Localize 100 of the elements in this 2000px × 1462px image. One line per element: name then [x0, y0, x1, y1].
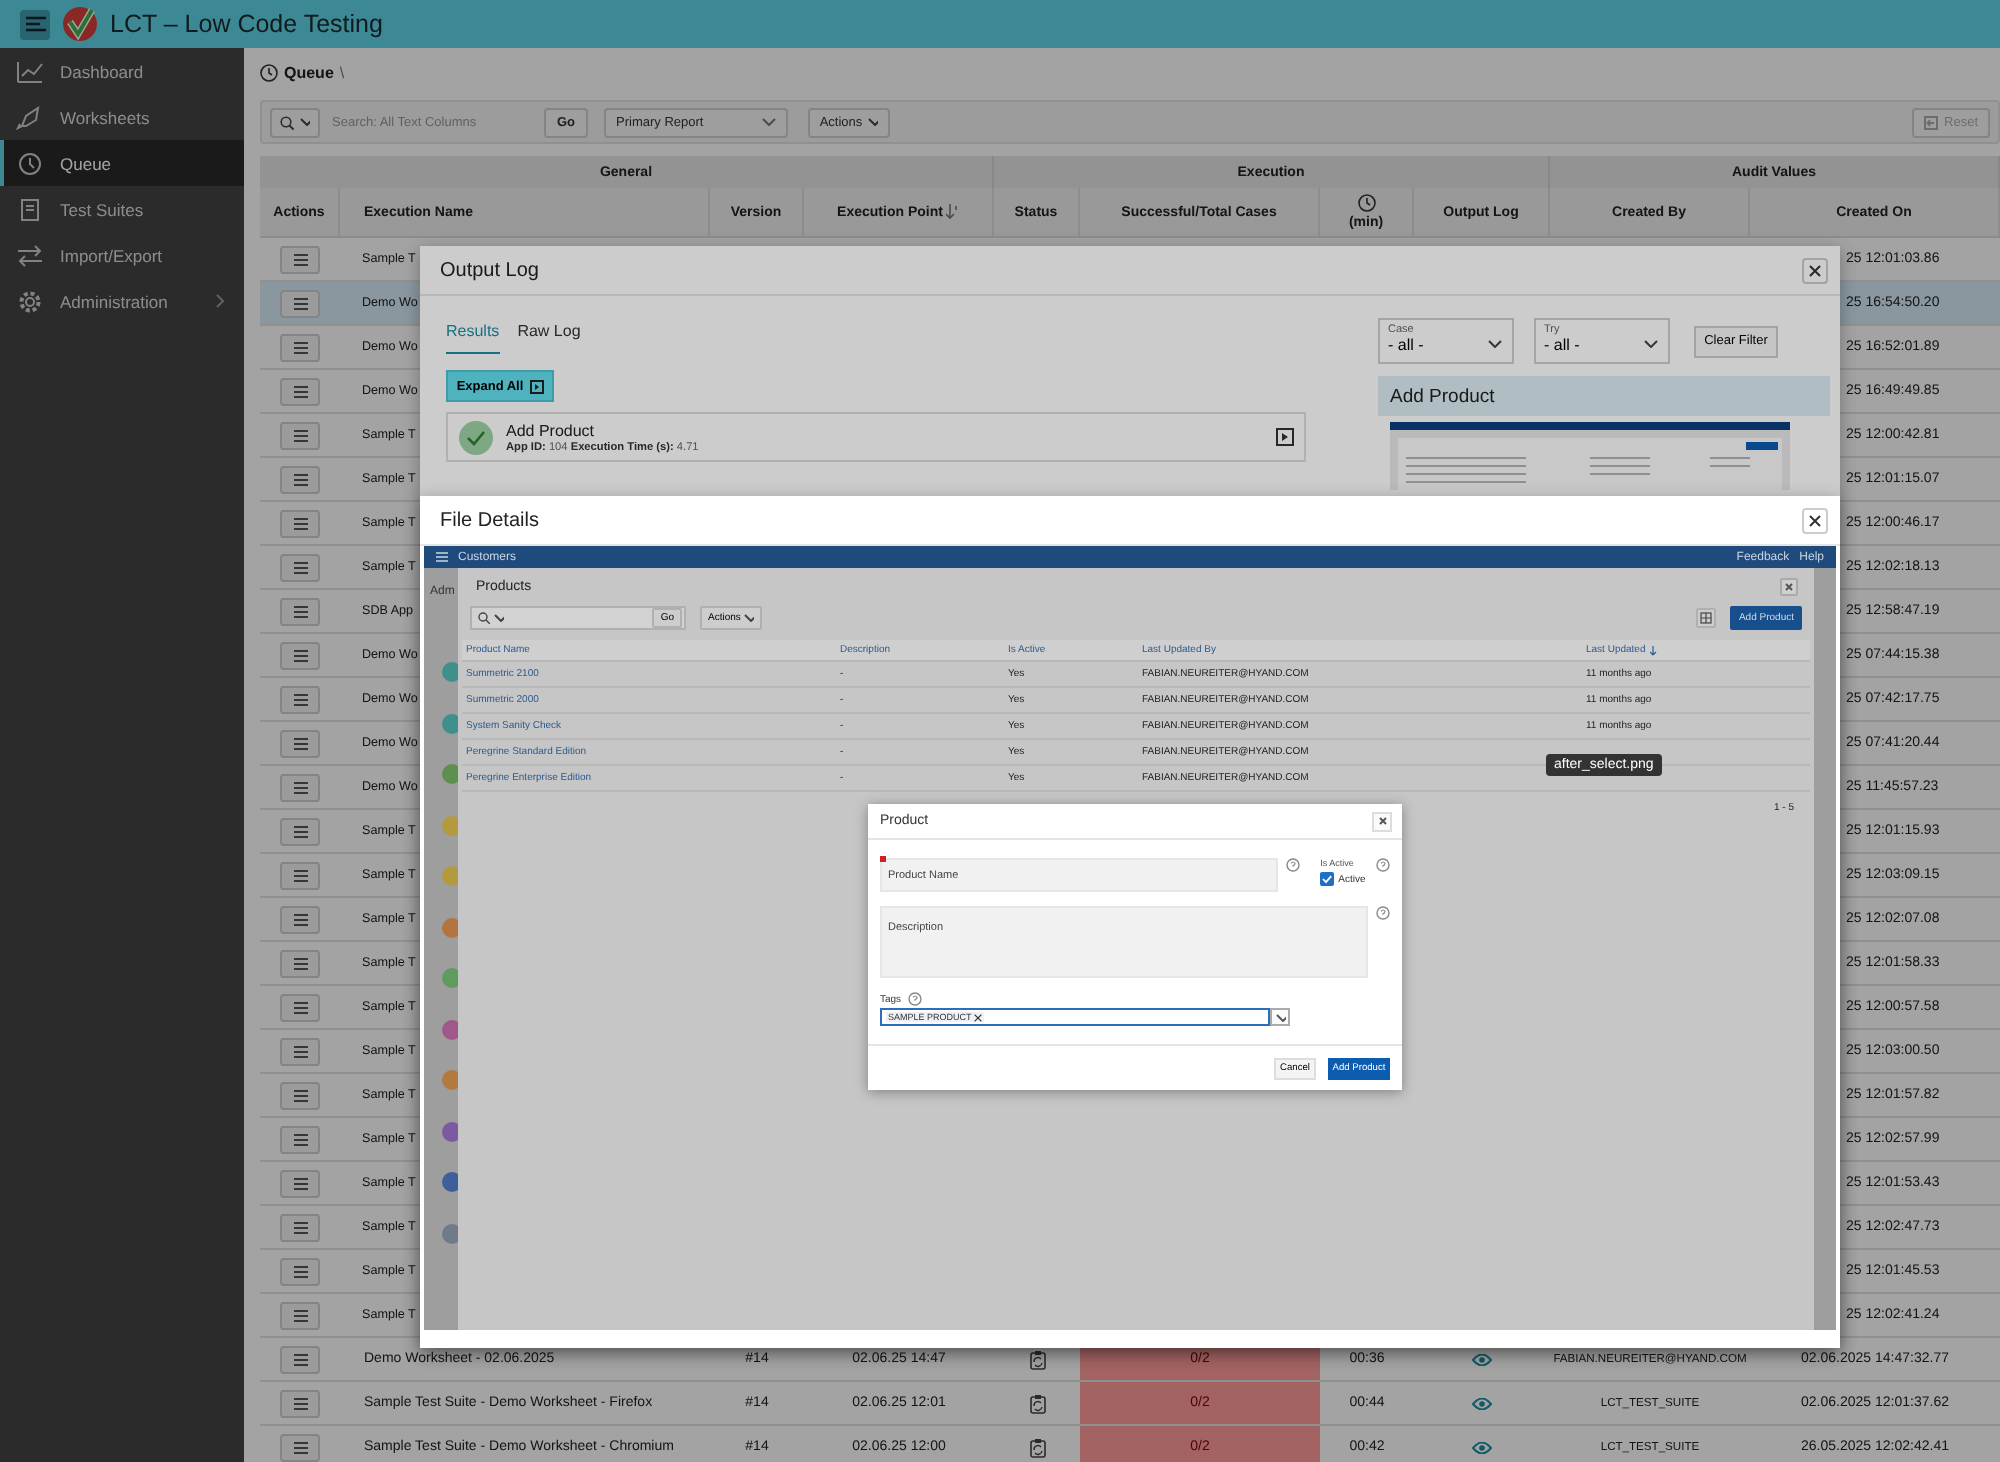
eye-icon — [1472, 1397, 1492, 1409]
expand-button[interactable] — [1276, 428, 1294, 446]
clock-icon — [16, 151, 44, 175]
row-menu-button[interactable] — [280, 1257, 320, 1285]
help-icon — [907, 992, 922, 1006]
remove-icon — [973, 1013, 982, 1021]
row-menu-button[interactable] — [280, 1433, 320, 1461]
reset-icon — [1924, 115, 1939, 129]
menu-icon — [293, 1089, 307, 1101]
close-button[interactable] — [1802, 507, 1828, 533]
document-icon — [16, 197, 44, 221]
search-icon — [280, 115, 294, 129]
row-menu-button[interactable] — [280, 685, 320, 713]
menu-icon — [25, 16, 45, 32]
row-menu-button[interactable] — [280, 1125, 320, 1153]
row-menu-button[interactable] — [280, 1081, 320, 1109]
row-menu-button[interactable] — [280, 773, 320, 801]
preview-heading: Add Product — [1378, 376, 1830, 416]
row-menu-button[interactable] — [280, 421, 320, 449]
menu-icon — [293, 385, 307, 397]
row-menu-button[interactable] — [280, 1389, 320, 1417]
menu-icon — [293, 1045, 307, 1057]
clipboard-icon — [1029, 1349, 1045, 1369]
row-menu-button[interactable] — [280, 729, 320, 757]
row-menu-button[interactable] — [280, 1345, 320, 1373]
row-menu-button[interactable] — [280, 245, 320, 273]
nav-item[interactable]: Test Suites — [0, 186, 244, 232]
chevron-icon — [868, 118, 879, 126]
nav-item[interactable]: Queue — [0, 140, 244, 186]
row-menu-button[interactable] — [280, 289, 320, 317]
help-icon — [1286, 858, 1301, 872]
menu-icon — [293, 1353, 307, 1365]
chevron-icon — [1644, 340, 1658, 348]
menu-icon — [293, 869, 307, 881]
menu-icon — [293, 1133, 307, 1145]
app-title: LCT – Low Code Testing — [110, 10, 383, 38]
row-menu-button[interactable] — [280, 905, 320, 933]
chevron-icon — [1488, 340, 1502, 348]
row-menu-button[interactable] — [280, 333, 320, 361]
row-menu-button[interactable] — [280, 641, 320, 669]
clock-icon — [1357, 194, 1375, 212]
row-menu-button[interactable] — [280, 509, 320, 537]
row-menu-button[interactable] — [280, 949, 320, 977]
chevron-icon — [762, 118, 776, 126]
dialog-title: Output Log — [440, 259, 539, 281]
menu-icon — [293, 253, 307, 265]
help-icon — [1376, 858, 1390, 872]
menu-icon — [293, 649, 307, 661]
tab[interactable]: Results — [446, 318, 500, 354]
nav-item[interactable]: Import/Export — [0, 232, 244, 278]
row-menu-button[interactable] — [280, 1169, 320, 1197]
menu-icon — [293, 913, 307, 925]
menu-icon — [293, 1177, 307, 1189]
menu-icon — [293, 825, 307, 837]
grid-icon — [1700, 612, 1713, 624]
eye-icon — [1472, 1441, 1492, 1453]
clipboard-icon — [1029, 1393, 1045, 1413]
close-icon — [1784, 581, 1794, 591]
logo-icon — [62, 6, 98, 42]
eye-icon — [1472, 1353, 1492, 1365]
nav-item[interactable]: Worksheets — [0, 94, 244, 140]
menu-icon — [293, 781, 307, 793]
nav-item[interactable]: Dashboard — [0, 48, 244, 94]
nav-item[interactable]: Administration — [0, 278, 244, 324]
chart-icon — [16, 59, 44, 83]
row-menu-button[interactable] — [280, 1301, 320, 1329]
menu-icon — [293, 341, 307, 353]
clock-icon — [260, 63, 278, 81]
row-menu-button[interactable] — [280, 1037, 320, 1065]
row-menu-button[interactable] — [280, 377, 320, 405]
dropdown-button[interactable] — [1270, 1008, 1290, 1026]
close-icon — [1808, 263, 1822, 277]
result-title: Add Product — [506, 421, 597, 439]
chevron-icon — [1275, 1013, 1285, 1021]
sort-icon — [1649, 645, 1658, 655]
page-title: Queue — [284, 63, 334, 81]
menu-icon — [293, 1441, 307, 1453]
chevron-icon — [216, 294, 224, 308]
menu-button[interactable] — [20, 9, 50, 39]
close-button[interactable] — [1802, 257, 1828, 283]
menu-icon — [293, 1001, 307, 1013]
row-menu-button[interactable] — [280, 1213, 320, 1241]
menu-icon — [293, 517, 307, 529]
menu-icon — [293, 1309, 307, 1321]
row-menu-button[interactable] — [280, 993, 320, 1021]
menu-icon — [293, 1265, 307, 1277]
sort-icon — [946, 204, 959, 220]
breadcrumb-separator: \ — [339, 63, 345, 81]
row-menu-button[interactable] — [280, 597, 320, 625]
settings-icon — [16, 289, 44, 313]
row-menu-button[interactable] — [280, 817, 320, 845]
row-menu-button[interactable] — [280, 553, 320, 581]
row-menu-button[interactable] — [280, 861, 320, 889]
layout-button[interactable] — [1696, 608, 1717, 628]
close-icon — [1377, 816, 1387, 826]
row-menu-button[interactable] — [280, 465, 320, 493]
search-options-button[interactable] — [270, 107, 320, 137]
arrows-icon — [16, 243, 44, 267]
tab[interactable]: Raw Log — [517, 318, 581, 354]
search-icon — [478, 612, 490, 624]
